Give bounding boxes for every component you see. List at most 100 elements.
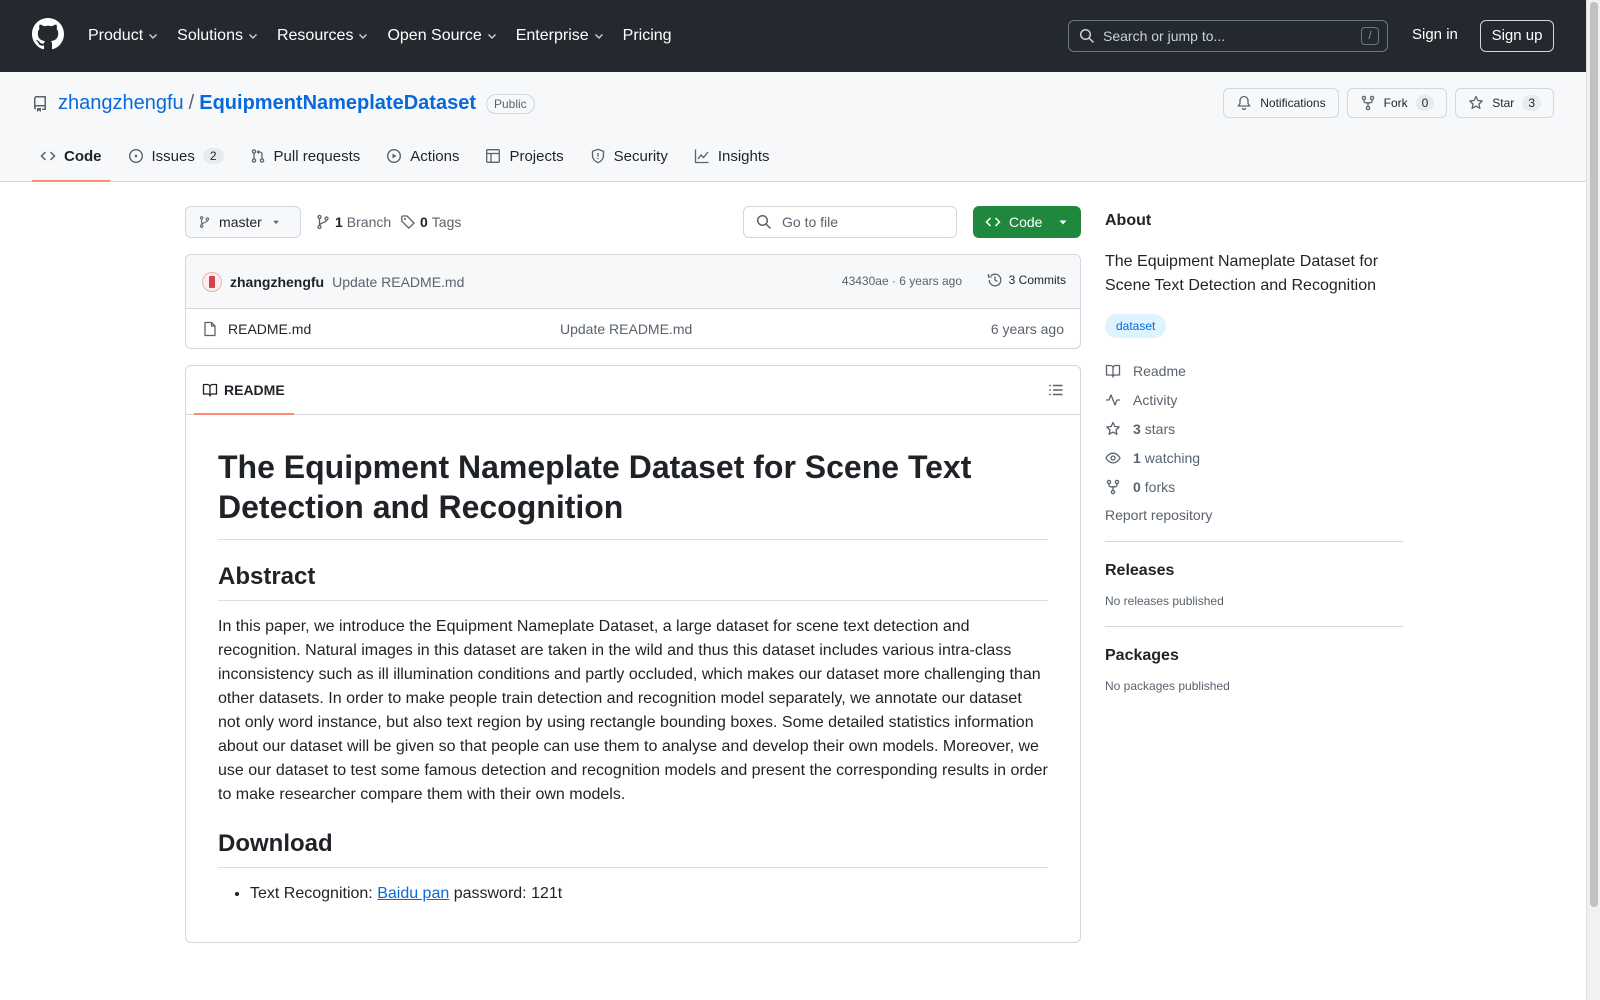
nav-resources-label: Resources	[276, 27, 354, 44]
nav-solutions[interactable]: Solutions	[177, 27, 259, 45]
notifications-button[interactable]: Notifications	[1223, 88, 1339, 118]
about-heading: About	[1105, 212, 1152, 229]
forks-link[interactable]: 0 forks	[1105, 472, 1403, 501]
shield-icon	[591, 148, 604, 164]
tag-count: 0	[420, 214, 428, 230]
file-commit-message[interactable]: Update README.md	[560, 321, 692, 337]
repo-description: The Equipment Nameplate Dataset for Scen…	[1105, 253, 1379, 294]
nav-pricing-label: Pricing	[622, 27, 672, 44]
tab-projects-label: Projects	[509, 147, 564, 165]
readme-link-label: Readme	[1133, 362, 1186, 379]
branch-count: 1	[335, 214, 343, 230]
tab-issues[interactable]: Issues 2	[120, 132, 232, 182]
download-list: Text Recognition: Baidu pan password: 12…	[218, 882, 1048, 906]
commits-history-link[interactable]: 3 Commits	[987, 272, 1066, 288]
divider	[1105, 541, 1403, 542]
file-icon	[204, 321, 216, 337]
nav-open-source[interactable]: Open Source	[387, 27, 497, 45]
go-to-file-input[interactable]: Go to file	[743, 206, 957, 238]
play-icon	[387, 148, 402, 164]
file-age: 6 years ago	[990, 321, 1064, 337]
sign-up-button[interactable]: Sign up	[1480, 20, 1554, 52]
notifications-label: Notifications	[1260, 96, 1326, 110]
avatar[interactable]	[202, 271, 222, 292]
eye-icon	[1105, 452, 1121, 463]
nav-product-label: Product	[88, 27, 144, 44]
baidu-pan-link[interactable]: Baidu pan	[377, 885, 449, 902]
global-header: Product Solutions Resources Open Source …	[0, 0, 1586, 72]
divider	[1105, 626, 1403, 627]
tab-pull-requests[interactable]: Pull requests	[242, 132, 369, 182]
repo-name-link[interactable]: EquipmentNameplateDataset	[199, 92, 476, 115]
tab-security[interactable]: Security	[582, 132, 676, 182]
branch-select-button[interactable]: master	[185, 206, 301, 238]
nav-enterprise[interactable]: Enterprise	[516, 27, 605, 45]
download-suffix: password: 121t	[449, 885, 563, 902]
go-to-file-placeholder: Go to file	[782, 214, 839, 230]
code-dropdown-button[interactable]: Code	[973, 206, 1081, 238]
star-button[interactable]: Star 3	[1455, 88, 1554, 118]
chevron-down-icon	[359, 34, 368, 39]
nav-pricing[interactable]: Pricing	[623, 27, 672, 45]
releases-text: No releases published	[1105, 594, 1224, 608]
history-icon	[987, 273, 1002, 287]
readme-title: The Equipment Nameplate Dataset for Scen…	[218, 447, 1048, 540]
packages-heading[interactable]: Packages	[1105, 647, 1403, 665]
tab-actions[interactable]: Actions	[378, 132, 467, 182]
nav-resources[interactable]: Resources	[277, 27, 369, 45]
github-logo-icon[interactable]	[32, 18, 64, 50]
commit-author-link[interactable]: zhangzhengfu	[230, 274, 324, 290]
commit-meta[interactable]: 43430ae · 6 years ago	[842, 274, 962, 288]
tag-icon	[401, 215, 415, 229]
file-name-link[interactable]: README.md	[228, 321, 311, 337]
scrollbar-thumb[interactable]	[1590, 2, 1598, 907]
stars-link[interactable]: 3 stars	[1105, 414, 1403, 443]
fork-icon	[1106, 479, 1120, 494]
code-button-label: Code	[1009, 214, 1043, 230]
list-icon[interactable]	[1048, 382, 1064, 398]
nav-solutions-label: Solutions	[177, 27, 243, 44]
search-input[interactable]: Search or jump to... /	[1068, 20, 1388, 52]
nav-enterprise-label: Enterprise	[515, 27, 589, 44]
issue-icon	[128, 148, 143, 164]
repo-actions: Notifications Fork 0 Star 3	[1215, 88, 1554, 118]
caret-down-icon	[273, 220, 279, 225]
page-scrollbar[interactable]	[1586, 0, 1600, 1000]
chevron-down-icon	[487, 34, 496, 39]
repo-icon	[33, 95, 46, 112]
visibility-badge: Public	[485, 93, 535, 114]
tags-link[interactable]: 0 Tags	[400, 214, 461, 230]
branches-link[interactable]: 1 Branch	[315, 214, 391, 230]
tab-code[interactable]: Code	[32, 132, 110, 182]
readme-link[interactable]: Readme	[1105, 356, 1403, 385]
repo-separator: /	[188, 92, 195, 114]
watching-link[interactable]: 1 watching	[1105, 443, 1403, 472]
report-repository-link[interactable]: Report repository	[1105, 507, 1403, 523]
watching-label: watching	[1144, 449, 1201, 466]
fork-button[interactable]: Fork 0	[1346, 88, 1448, 118]
tab-insights[interactable]: Insights	[686, 132, 778, 182]
releases-heading[interactable]: Releases	[1105, 562, 1403, 580]
search-placeholder: Search or jump to...	[1103, 28, 1226, 44]
caret-down-icon	[1059, 220, 1067, 225]
sign-in-link[interactable]: Sign in	[1412, 26, 1458, 43]
topic-tag[interactable]: dataset	[1105, 314, 1167, 338]
abstract-text: In this paper, we introduce the Equipmen…	[218, 618, 1048, 803]
about-sidebar: About The Equipment Nameplate Dataset fo…	[1105, 212, 1403, 693]
fork-icon	[1361, 95, 1374, 111]
top-nav: Product Solutions Resources Open Source …	[88, 0, 690, 72]
tab-projects[interactable]: Projects	[477, 132, 571, 182]
nav-product[interactable]: Product	[88, 27, 159, 45]
fork-count: 0	[1415, 95, 1435, 111]
branch-label: Branch	[346, 214, 392, 230]
book-icon	[1105, 364, 1121, 378]
forks-label: forks	[1144, 478, 1176, 495]
repo-owner-link[interactable]: zhangzhengfu	[58, 92, 184, 115]
tab-security-label: Security	[613, 147, 668, 165]
abstract-heading: Abstract	[218, 562, 1048, 601]
commit-message-link[interactable]: Update README.md	[332, 274, 464, 290]
activity-link-label: Activity	[1133, 391, 1178, 408]
readme-tab[interactable]: README	[194, 366, 294, 415]
stars-label: stars	[1144, 420, 1176, 437]
activity-link[interactable]: Activity	[1105, 385, 1403, 414]
